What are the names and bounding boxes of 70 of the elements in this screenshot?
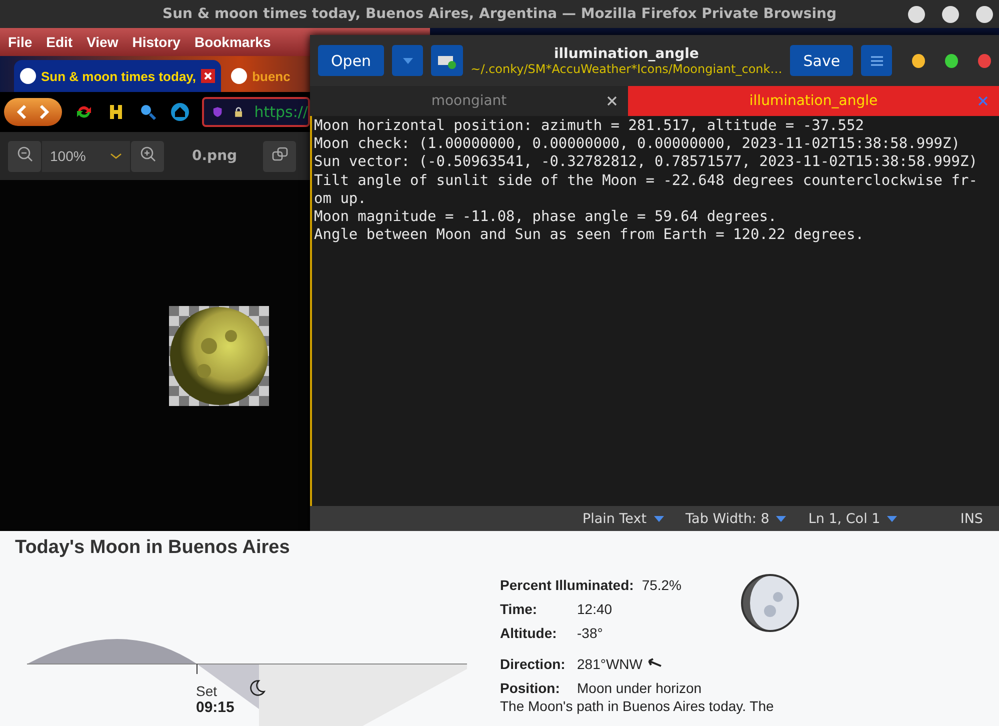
moon-phase-icon [740,573,800,633]
shield-icon [212,104,224,120]
text-line: Moon check: (1.00000000, 0.00000000, 0.00000000, 2023-11-02T15:38:58.999Z) [314,135,962,154]
zoom-out-icon [16,146,32,162]
crescent-moon-icon [248,679,266,697]
fact-label: Direction: [500,656,566,672]
set-label: Set [196,683,218,699]
fact-value: 75.2% [642,577,682,593]
window-mode-button[interactable] [263,140,296,172]
padlock-icon [233,104,244,120]
fact-label: Altitude: [500,625,558,641]
file-path: ~/.conky/SM*AccuWeather*Icons/Moongiant_conk… [470,62,782,76]
language-selector[interactable]: Plain Text [582,510,664,526]
fact-label: Percent Illuminated: [500,577,634,593]
fact-label: Time: [500,601,538,617]
home-icon[interactable] [170,102,190,122]
save-button[interactable]: Save [790,45,854,76]
maximize-button[interactable] [945,54,958,68]
caret-icon [110,153,122,159]
address-bar[interactable]: https:// [202,97,310,127]
fact-value: 12:40 [577,601,612,617]
caption: The Moon's path in Buenos Aires today. The [500,698,775,714]
document-title: illumination_angle [554,46,699,62]
insert-mode: INS [960,510,983,526]
menu-icon [870,54,884,66]
menu-item[interactable]: History [132,34,180,50]
fact-value: Moon under horizon [577,680,702,696]
menu-item[interactable]: File [8,34,32,50]
open-menu-button[interactable] [392,45,424,76]
close-icon[interactable] [606,95,618,107]
zoom-dropdown[interactable]: 100% [42,140,130,172]
open-button[interactable]: Open [318,45,384,76]
direction-arrow-icon [646,658,662,668]
zoom-in-button[interactable] [131,140,164,172]
zoom-out-button[interactable] [8,140,41,172]
fact-label: Position: [500,680,561,696]
text-line: om up. [314,190,368,208]
document-tab[interactable]: illumination_angle [628,86,999,116]
menu-item[interactable]: Edit [46,34,73,50]
document-tab[interactable]: moongiant [310,86,628,116]
overlapping-squares-icon [272,146,288,162]
set-time: 09:15 [196,699,234,716]
close-button[interactable] [976,6,993,23]
minimize-button[interactable] [908,6,925,23]
new-document-button[interactable] [431,45,463,76]
maximize-button[interactable] [942,6,959,23]
text-line: Sun vector: (-0.50963541, -0.32782812, 0.78571577, 2023-11-02T15:38:58.999Z) [314,153,978,172]
zoom-in-icon [140,146,156,162]
text-line: Tilt angle of sunlit side of the Moon = -22.648 degrees counterclockwise fr- [314,172,978,190]
fact-value: 281°WNW [577,656,642,672]
fact-value: -38° [577,625,603,641]
menu-item[interactable]: Bookmarks [194,34,271,50]
menu-button[interactable] [861,45,892,76]
menu-item[interactable]: View [86,34,118,50]
close-icon[interactable] [201,69,216,83]
file-name: 0.png [192,148,238,164]
cursor-position-selector[interactable]: Ln 1, Col 1 [808,510,938,526]
text-line: Angle between Moon and Sun as seen from Earth = 120.22 degrees. [314,226,865,244]
window-title: Sun & moon times today, Buenos Aires, Argentina — Mozilla Firefox Private Browsing [162,6,836,22]
caret-icon [776,516,786,522]
tab-width-selector[interactable]: Tab Width: 8 [686,510,786,526]
caret-icon [654,516,664,522]
section-heading: Today's Moon in Buenos Aires [15,537,291,559]
text-line: Moon horizontal position: azimuth = 281.517, altitude = -37.552 [314,117,865,136]
search-icon[interactable] [138,102,158,122]
back-forward-button[interactable] [4,98,62,126]
browser-tab[interactable]: Sun & moon times today, [14,60,222,92]
caret-icon [887,516,898,522]
text-line: Moon magnitude = -11.08, phase angle = 59.64 degrees. [314,208,778,226]
minimize-button[interactable] [912,54,926,68]
